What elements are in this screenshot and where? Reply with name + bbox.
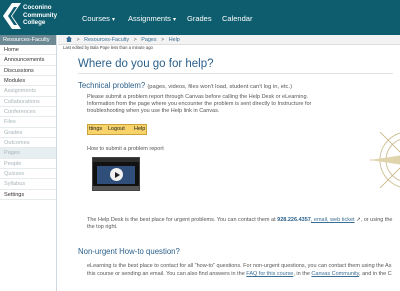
video-title-bar — [93, 158, 139, 162]
sidebar-item-announcements[interactable]: Announcements — [0, 55, 56, 66]
sidebar-item-syllabus[interactable]: Syllabus — [0, 179, 56, 190]
canvas-community-link[interactable]: Canvas Community — [311, 271, 359, 277]
sidebar-item-home[interactable]: Home — [0, 45, 56, 56]
sidebar-item-discussions[interactable]: Discussions — [0, 66, 56, 77]
nav-grades[interactable]: Grades — [187, 14, 212, 23]
chevron-down-icon: ▾ — [172, 17, 176, 23]
help-desk-paragraph: The Help Desk is the best place for urge… — [87, 217, 400, 224]
sidebar-item-modules[interactable]: Modules — [0, 76, 56, 87]
breadcrumb-course[interactable]: Resources-Faculty — [84, 37, 129, 43]
sidebar-item-outcomes[interactable]: Outcomes — [0, 138, 56, 149]
help-desk-text: The Help Desk is the best place for urge… — [87, 217, 276, 223]
sidebar-item-pages[interactable]: Pages — [0, 148, 56, 159]
elearning-text: this course or sending an email. You can… — [87, 271, 245, 277]
elearning-paragraph-line2: this course or sending an email. You can… — [87, 271, 400, 278]
sidebar-item-people[interactable]: People — [0, 159, 56, 170]
sidebar-item-settings[interactable]: Settings — [0, 190, 56, 201]
technical-heading-text: Technical problem? — [78, 81, 146, 90]
help-desk-phone[interactable]: 928.226.4357 — [277, 217, 311, 223]
breadcrumb: > Resources-Faculty > Pages > Help — [58, 35, 400, 45]
elearning-text-cont: , in the — [293, 271, 310, 277]
sidebar-item-collaborations[interactable]: Collaborations — [0, 97, 56, 108]
breadcrumb-separator: > — [161, 37, 165, 43]
breadcrumb-pages[interactable]: Pages — [141, 37, 156, 43]
technical-heading-note: (pages, videos, files won't load, studen… — [147, 84, 292, 90]
nav-courses-label: Courses — [82, 14, 110, 23]
breadcrumb-separator: > — [133, 37, 137, 43]
sidebar-item-conferences[interactable]: Conferences — [0, 107, 56, 118]
college-logo-icon — [3, 3, 21, 29]
college-logo[interactable]: Coconino Community College — [3, 3, 75, 33]
sidebar-item-grades[interactable]: Grades — [0, 128, 56, 139]
nav-grades-label: Grades — [187, 14, 212, 23]
elearning-paragraph-line1: eLearning is the best place to contact f… — [87, 263, 392, 269]
help-desk-contact-links[interactable]: , email, web ticket — [311, 217, 355, 223]
breadcrumb-current-page: Help — [168, 37, 180, 43]
problem-report-video[interactable] — [92, 157, 140, 191]
video-control-bar — [93, 186, 139, 190]
sidebar-item-files[interactable]: Files — [0, 117, 56, 128]
screenshot-logout-label: Logout — [108, 126, 125, 132]
nav-calendar-label: Calendar — [222, 14, 253, 23]
sidebar-item-assignments[interactable]: Assignments — [0, 86, 56, 97]
technical-intro-paragraph: Please submit a problem report through C… — [87, 94, 312, 114]
video-caption: How to submit a problem report — [87, 146, 164, 152]
last-edited-note: Last edited by Bala Pope less than a min… — [63, 45, 153, 50]
logo-line-2: Community — [23, 11, 58, 19]
college-logo-text: Coconino Community College — [23, 4, 57, 27]
page-title: Where do you go for help? — [78, 58, 393, 74]
nonurgent-heading: Non-urgent How-to question? — [78, 247, 180, 256]
compass-rose-icon — [370, 131, 400, 189]
chevron-down-icon: ▾ — [111, 17, 115, 23]
logo-line-3: College — [23, 19, 46, 27]
nav-calendar[interactable]: Calendar — [222, 14, 252, 23]
home-icon[interactable] — [66, 36, 72, 42]
elearning-text-end: , and in the C — [359, 271, 392, 277]
global-header: Coconino Community College Courses ▾ Assi… — [0, 0, 400, 35]
nav-assignments[interactable]: Assignments ▾ — [128, 14, 176, 23]
nav-courses[interactable]: Courses ▾ — [82, 14, 115, 23]
sidebar-course-title[interactable]: Resources-Faculty — [0, 35, 56, 45]
page-content: Last edited by Bala Pope less than a min… — [58, 45, 400, 291]
help-desk-paragraph-end: the top right. — [87, 224, 118, 230]
logo-line-1: Coconino — [23, 4, 52, 11]
screenshot-help-label: Help — [134, 126, 146, 132]
breadcrumb-separator: > — [76, 37, 80, 43]
play-icon[interactable] — [110, 168, 123, 181]
technical-problem-heading: Technical problem? (pages, videos, files… — [78, 81, 292, 90]
help-menu-screenshot: ttings Logout Help — [87, 124, 147, 135]
nav-assignments-label: Assignments — [128, 14, 171, 23]
screenshot-settings-label: ttings — [89, 126, 103, 132]
faq-link[interactable]: FAQ for this course — [246, 271, 293, 277]
course-sidebar: Resources-Faculty Home Announcements Dis… — [0, 35, 57, 291]
sidebar-item-quizzes[interactable]: Quizzes — [0, 169, 56, 180]
